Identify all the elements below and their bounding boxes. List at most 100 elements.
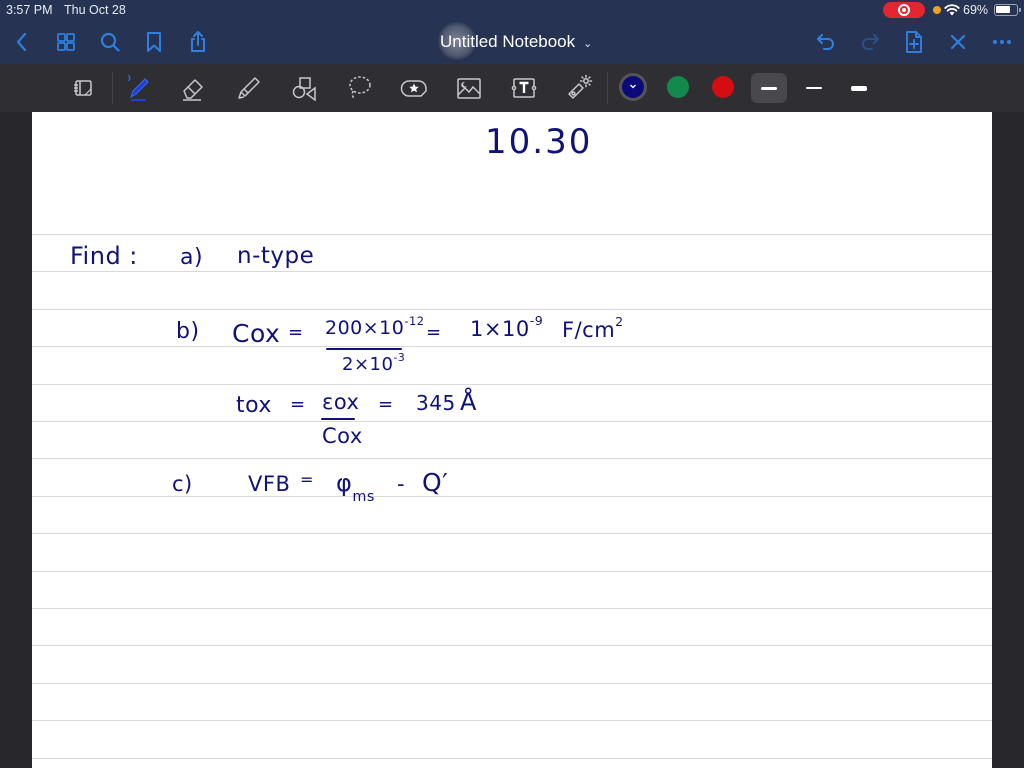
chevron-down-icon: ⌄ (583, 37, 593, 50)
cox-unit: F/cm2 (562, 314, 624, 342)
share-icon (191, 31, 205, 52)
tox-label: tox (236, 393, 272, 418)
cox-denominator: 2×10-3 (342, 350, 406, 375)
laser-pointer-tool-button[interactable] (563, 72, 595, 104)
ruled-line (32, 533, 992, 535)
image-tool-button[interactable] (453, 72, 485, 104)
more-icon (993, 40, 1011, 44)
ruled-line (32, 234, 992, 235)
tox-value: 345 (416, 391, 456, 415)
color-swatch-green[interactable] (667, 76, 689, 98)
cox-label: Cox (232, 319, 281, 348)
ruled-line (32, 720, 992, 722)
cox-unit-base: F/cm (562, 318, 616, 342)
share-button[interactable] (184, 28, 212, 56)
close-button[interactable] (944, 28, 972, 56)
minus-sign: - (397, 472, 406, 496)
image-icon (457, 78, 481, 99)
add-page-button[interactable] (900, 28, 928, 56)
cox-denominator-exponent: -3 (393, 350, 406, 364)
chevron-down-icon (630, 84, 636, 89)
bookmark-icon (147, 32, 161, 52)
drawing-toolbar (0, 64, 1024, 112)
bookmark-button[interactable] (140, 28, 168, 56)
cox-result-base: 1×10 (470, 317, 530, 341)
thumbnails-button[interactable] (52, 28, 80, 56)
part-a-answer: n-type (237, 243, 315, 269)
eraser-tool-button[interactable] (177, 72, 209, 104)
pen-tool-button[interactable] (122, 72, 154, 104)
search-button[interactable] (96, 28, 124, 56)
text-tool-button[interactable] (508, 72, 540, 104)
color-swatch-red[interactable] (712, 76, 734, 98)
elements-tool-button[interactable] (398, 72, 430, 104)
phi-subscript: ms (352, 489, 375, 506)
screen-recording-icon[interactable] (883, 2, 925, 18)
ruled-line (32, 682, 992, 684)
back-button[interactable] (8, 28, 36, 56)
cox-unit-exponent: 2 (615, 314, 624, 330)
shapes-icon (292, 77, 316, 102)
tox-unit: Å (460, 388, 477, 416)
equals-sign: = (290, 394, 306, 415)
more-button[interactable] (988, 28, 1016, 56)
cox-numerator-exponent: -12 (404, 313, 425, 328)
text-box-icon (511, 78, 537, 98)
tox-numerator: εox (322, 390, 360, 414)
read-only-mode-button[interactable] (67, 72, 99, 104)
stroke-width-thick[interactable] (841, 73, 877, 103)
laser-pointer-icon (568, 74, 593, 99)
cox-numerator-base: 200×10 (325, 317, 405, 339)
part-b-label: b) (176, 319, 200, 344)
part-c-label: c) (172, 472, 193, 496)
phi-ms: φms (336, 469, 375, 505)
undo-button[interactable] (812, 28, 840, 56)
find-label: Find : (70, 242, 138, 270)
mic-indicator-icon (933, 6, 941, 14)
phi-symbol: φ (336, 469, 353, 497)
stroke-width-thin[interactable] (796, 73, 832, 103)
tox-denominator: Cox (322, 424, 363, 448)
ruled-line (32, 308, 992, 310)
ruled-line (32, 383, 992, 385)
fraction-bar (321, 418, 355, 420)
eraser-icon (183, 79, 203, 101)
page-view-icon (74, 80, 92, 96)
equals-sign: = (426, 322, 442, 343)
ruled-line (32, 570, 992, 572)
redo-icon (862, 34, 879, 50)
q-prime-term: Q′ (422, 468, 449, 497)
color-swatch-navy[interactable] (622, 76, 644, 98)
vfb-label: VFB (248, 472, 291, 496)
toolbar-divider (607, 72, 608, 104)
lasso-icon (349, 76, 371, 100)
pen-icon (127, 74, 149, 101)
cox-denominator-base: 2×10 (342, 354, 394, 375)
wifi-icon (944, 4, 960, 16)
sticker-icon (400, 80, 427, 97)
equals-sign: = (288, 322, 304, 343)
notebook-title-button[interactable]: Untitled Notebook ⌄ (440, 31, 592, 53)
highlighter-tool-button[interactable] (233, 72, 265, 104)
stroke-width-medium[interactable] (751, 73, 787, 103)
ruled-line (32, 458, 992, 460)
ruled-line (32, 757, 992, 759)
notebook-title: Untitled Notebook (440, 32, 576, 51)
status-bar: 3:57 PM Thu Oct 28 69% (0, 0, 1024, 20)
shapes-tool-button[interactable] (288, 72, 320, 104)
equals-sign: = (378, 394, 394, 415)
heading-text: 10.30 (485, 122, 593, 162)
battery-percent: 69% (963, 3, 989, 17)
undo-icon (817, 34, 834, 50)
ruled-line (32, 421, 992, 422)
redo-button (856, 28, 884, 56)
ruled-line (32, 271, 992, 273)
toolbar-divider (112, 72, 113, 104)
cox-result-exponent: -9 (529, 313, 544, 329)
notebook-page[interactable]: 10.30 Find : a) n-type b) Cox = 200×10-1… (32, 112, 992, 768)
lasso-tool-button[interactable] (343, 72, 375, 104)
status-time: 3:57 PM (6, 3, 53, 17)
close-icon (950, 34, 966, 50)
cox-numerator: 200×10-12 (325, 313, 425, 339)
part-a-label: a) (180, 245, 204, 270)
